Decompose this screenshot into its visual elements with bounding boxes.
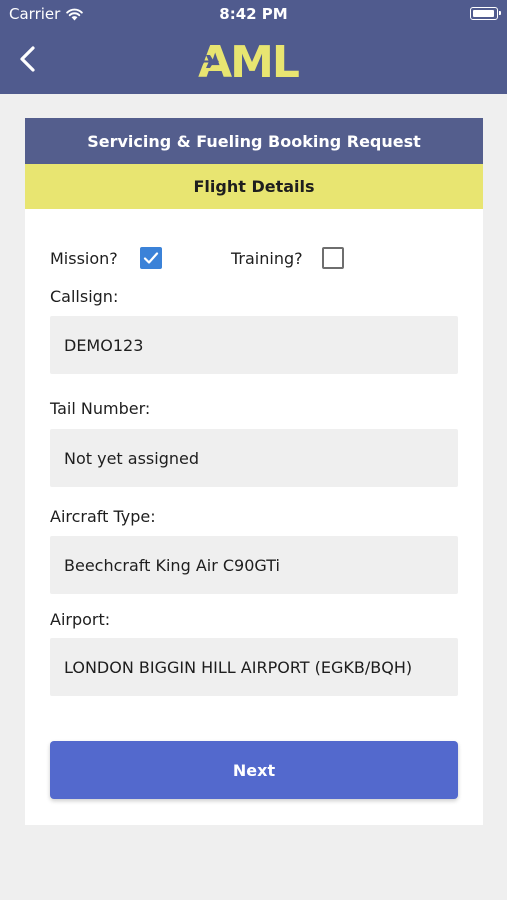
tail-number-value: Not yet assigned — [64, 448, 200, 468]
airport-value: LONDON BIGGIN HILL AIRPORT (EGKB/BQH) — [64, 657, 413, 677]
tail-number-field[interactable]: Not yet assigned — [50, 429, 458, 487]
next-button-label: Next — [232, 760, 276, 780]
status-bar: Carrier 8:42 PM — [0, 0, 507, 28]
back-button[interactable] — [16, 44, 40, 74]
airport-label: Airport: — [50, 610, 111, 629]
callsign-label: Callsign: — [50, 287, 119, 306]
mission-group: Mission? — [50, 247, 162, 269]
training-label: Training? — [231, 248, 303, 268]
tail-number-label: Tail Number: — [50, 399, 151, 418]
aml-logo: AML — [198, 40, 301, 80]
aircraft-type-label: Aircraft Type: — [50, 507, 156, 526]
training-checkbox[interactable] — [322, 247, 344, 269]
aircraft-type-value: Beechcraft King Air C90GTi — [64, 555, 280, 575]
status-time: 8:42 PM — [219, 5, 288, 23]
mission-checkbox[interactable] — [140, 247, 162, 269]
aircraft-type-field[interactable]: Beechcraft King Air C90GTi — [50, 536, 458, 594]
app-header: Carrier 8:42 PM AML — [0, 0, 507, 94]
checkbox-row: Mission? Training? — [50, 246, 344, 270]
training-group: Training? — [231, 247, 344, 269]
card-title: Servicing & Fueling Booking Request — [25, 118, 483, 164]
svg-text:AML: AML — [198, 40, 299, 80]
callsign-field[interactable]: DEMO123 — [50, 316, 458, 374]
mission-label: Mission? — [50, 248, 118, 268]
callsign-value: DEMO123 — [64, 335, 144, 355]
battery-icon — [470, 7, 501, 20]
airport-field[interactable]: LONDON BIGGIN HILL AIRPORT (EGKB/BQH) — [50, 638, 458, 696]
chevron-left-icon — [20, 46, 35, 72]
section-title: Flight Details — [25, 164, 483, 209]
checkmark-icon — [143, 252, 159, 264]
next-button[interactable]: Next — [50, 741, 458, 799]
